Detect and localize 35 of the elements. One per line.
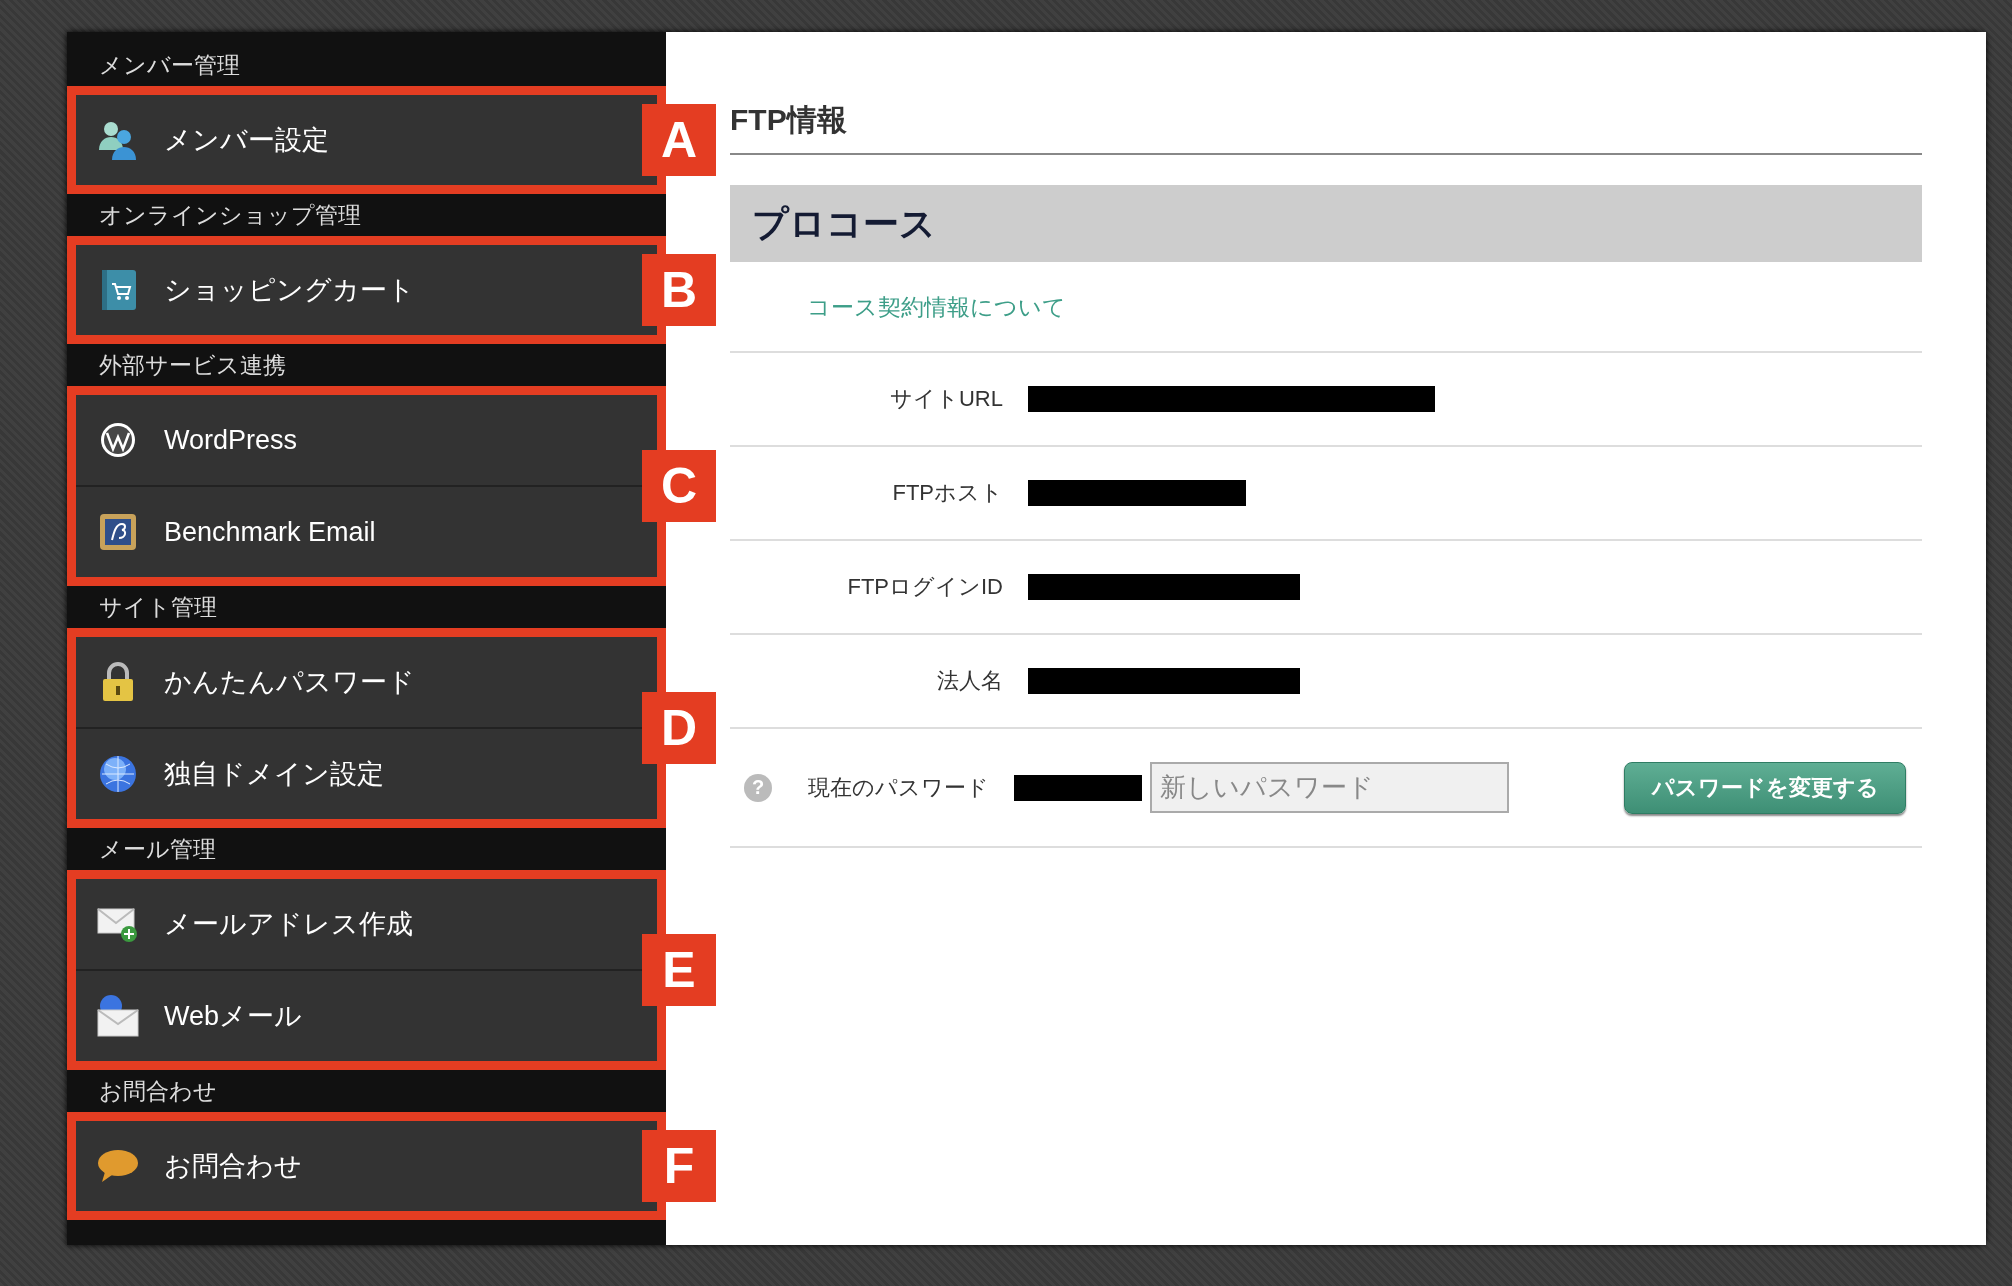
menu-item[interactable]: お問合わせ (76, 1121, 657, 1211)
annotation-label: B (642, 254, 716, 326)
plan-banner: プロコース (730, 185, 1922, 262)
annotation-label: D (642, 692, 716, 764)
globe-envelope-icon (97, 994, 139, 1038)
annotation-label: F (642, 1130, 716, 1202)
section-heading: サイト管理 (98, 593, 218, 622)
field-label: FTPログインID (846, 573, 1003, 601)
menu-item[interactable]: メンバー設定 (76, 95, 657, 185)
annotation-label: C (642, 450, 716, 522)
globe-icon (98, 754, 138, 794)
menu-item[interactable]: WordPress (76, 395, 657, 485)
menu-item[interactable]: Webメール (76, 969, 657, 1061)
new-password-field[interactable]: 新しいパスワード (1150, 762, 1509, 813)
field-label: サイトURL (889, 385, 1003, 413)
annotation-label: A (642, 104, 716, 176)
benchmark-icon (98, 512, 138, 552)
menu-item[interactable]: ショッピングカート (76, 245, 657, 335)
section-heading: メンバー管理 (98, 51, 241, 80)
speech-bubble-icon (97, 1148, 139, 1184)
field-label: FTPホスト (891, 479, 1003, 507)
section-heading: お問合わせ (98, 1077, 218, 1106)
field-label: 法人名 (936, 667, 1003, 695)
wordpress-icon (98, 420, 138, 460)
section-heading: 外部サービス連携 (98, 351, 287, 380)
people-icon (98, 120, 138, 160)
menu-item[interactable]: かんたんパスワード (76, 637, 657, 727)
menu-item[interactable]: Benchmark Email (76, 485, 657, 577)
menu-item[interactable]: メールアドレス作成 (76, 879, 657, 969)
section-heading: オンラインショップ管理 (98, 201, 362, 230)
annotation-label: E (642, 934, 716, 1006)
field-label: 現在のパスワード (808, 773, 989, 802)
menu-item[interactable]: 独自ドメイン設定 (76, 727, 657, 819)
page-title: FTP情報 (730, 100, 1922, 155)
section-heading: メール管理 (98, 835, 217, 864)
